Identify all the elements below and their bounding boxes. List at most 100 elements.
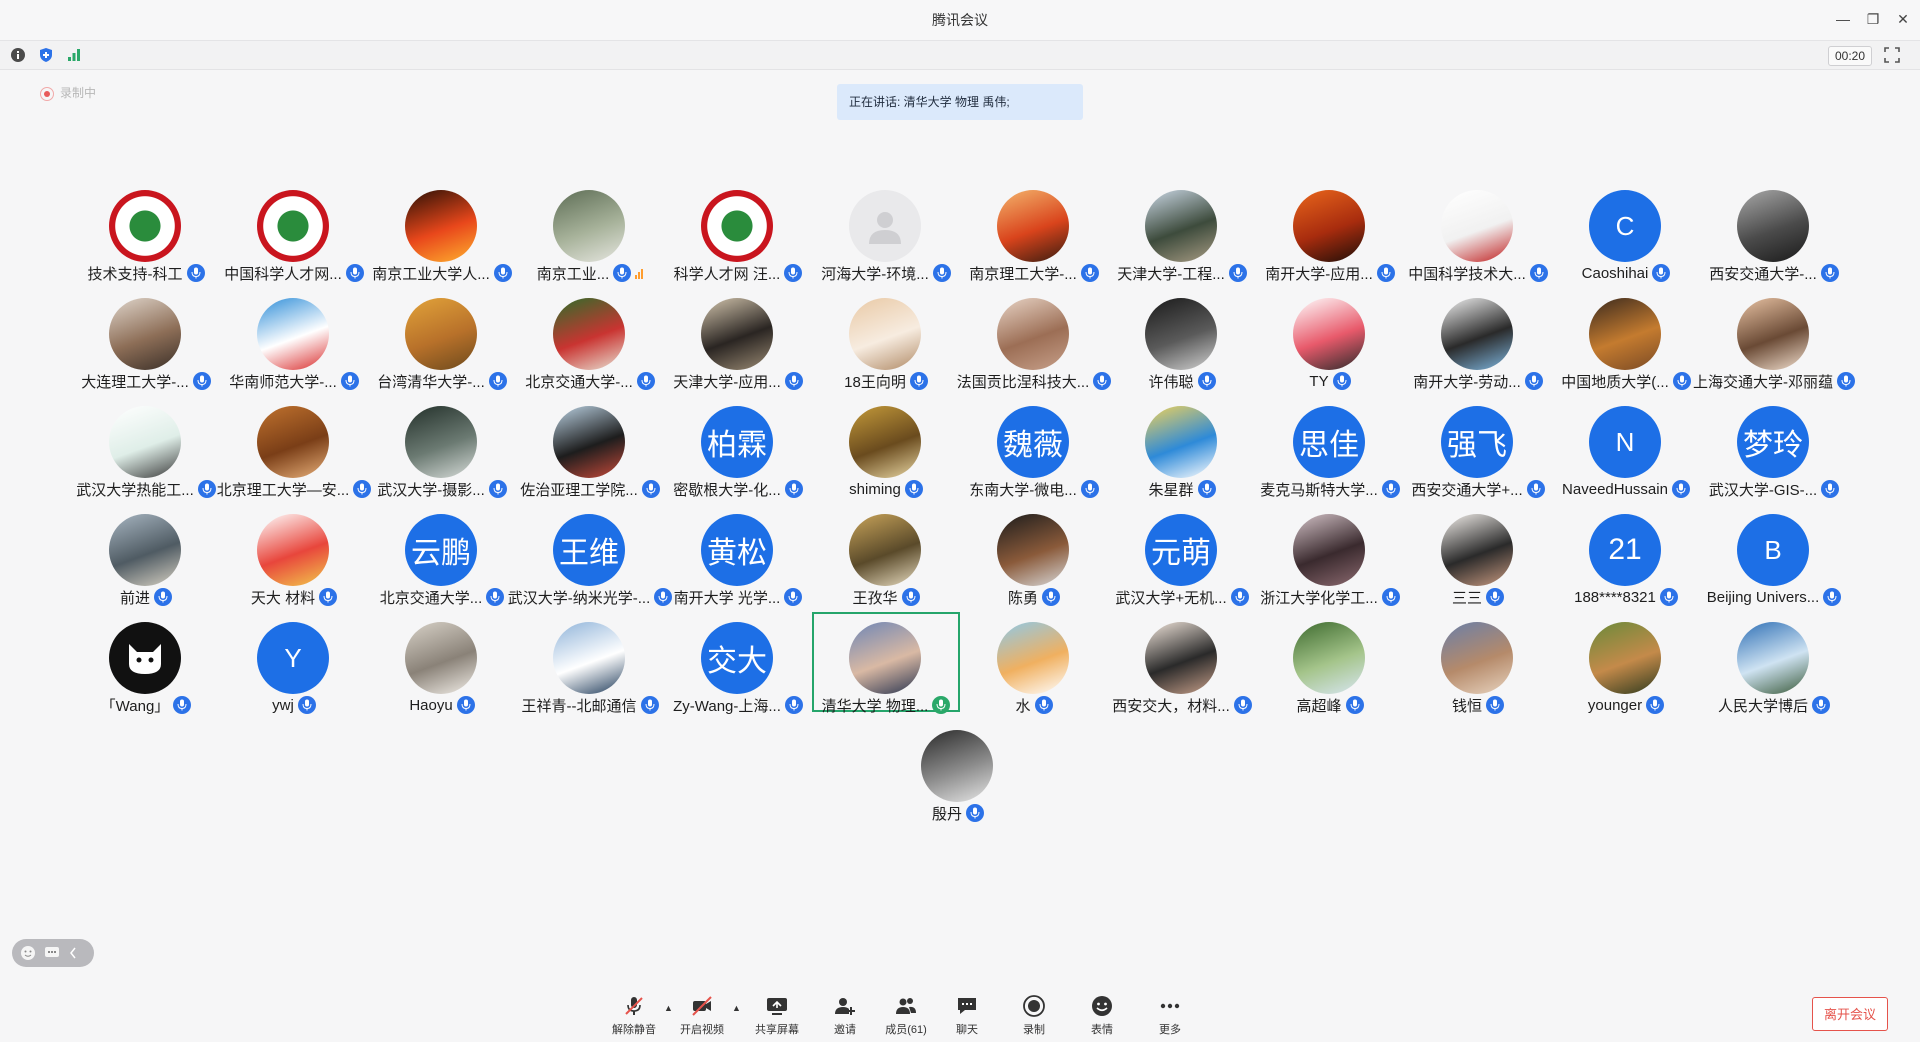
- mic-icon: [1197, 372, 1216, 390]
- participant-tile[interactable]: 南京工业大学人...: [368, 180, 516, 283]
- participant-tile[interactable]: 中国科学技术大...: [1404, 180, 1552, 283]
- mic-icon: [966, 804, 984, 822]
- participant-tile[interactable]: Yywj: [220, 612, 368, 714]
- participant-name: 天大 材料: [250, 589, 316, 607]
- participant-tile[interactable]: 云鹏 北京交通大学...: [368, 504, 516, 607]
- participant-tile[interactable]: 浙江大学化学工...: [1256, 504, 1404, 607]
- collapse-chevron-icon[interactable]: [68, 946, 78, 960]
- participant-tile[interactable]: younger: [1552, 612, 1700, 714]
- photo-icon: [1293, 190, 1365, 262]
- participant-tile[interactable]: 中国科学人才网...: [220, 180, 368, 283]
- avatar: 云鹏: [405, 514, 477, 586]
- avatar: 交大: [701, 622, 773, 694]
- participant-tile[interactable]: 西安交大，材料...: [1108, 612, 1256, 715]
- participant-tile[interactable]: 21 188****8321: [1552, 504, 1700, 606]
- invite-button[interactable]: 邀请: [815, 994, 875, 1037]
- participant-tile[interactable]: 南开大学-劳动...: [1404, 288, 1552, 391]
- members-label: 成员(61): [885, 1024, 927, 1036]
- participant-tile[interactable]: 黄松 南开大学 光学...: [664, 504, 812, 607]
- participant-tile[interactable]: 西安交通大学-...: [1700, 180, 1848, 283]
- participant-tile[interactable]: 武汉大学热能工...: [72, 396, 220, 499]
- participant-tile[interactable]: 王孜华: [812, 504, 960, 607]
- participant-tile[interactable]: 前进: [72, 504, 220, 607]
- participant-tile[interactable]: 南京工业...: [516, 180, 664, 283]
- chat-button[interactable]: 聊天: [937, 994, 997, 1037]
- unmute-label: 解除静音: [612, 1024, 656, 1036]
- participant-tile[interactable]: 王维 武汉大学-纳米光学-...: [508, 504, 673, 607]
- participant-tile[interactable]: N NaveedHussain: [1552, 396, 1700, 498]
- message-icon[interactable]: [44, 946, 60, 960]
- participant-tile[interactable]: 科学人才网 汪...: [664, 180, 812, 283]
- mic-icon: [1646, 696, 1665, 714]
- participant-name: 技术支持-科工: [87, 265, 183, 283]
- emoji-icon[interactable]: [20, 945, 36, 961]
- leave-meeting-button[interactable]: 离开会议: [1812, 997, 1888, 1031]
- participant-name: 南开大学 光学...: [673, 589, 781, 607]
- participant-tile[interactable]: Haoyu: [368, 612, 516, 714]
- participant-tile[interactable]: 天津大学-工程...: [1108, 180, 1256, 283]
- participant-tile[interactable]: 佐治亚理工学院...: [516, 396, 664, 499]
- reactions-button[interactable]: 表情: [1072, 994, 1132, 1037]
- participant-tile[interactable]: 柏霖 密歇根大学-化...: [664, 396, 812, 499]
- participant-tile[interactable]: 人民大学博后: [1700, 612, 1848, 715]
- more-button[interactable]: 更多: [1140, 994, 1200, 1037]
- participant-tile[interactable]: 魏薇 东南大学-微电...: [960, 396, 1108, 499]
- participant-tile[interactable]: 梦玲 武汉大学-GIS-...: [1700, 396, 1848, 499]
- participant-tile[interactable]: TY: [1256, 288, 1404, 390]
- participant-tile[interactable]: 王祥青--北邮通信: [516, 612, 664, 715]
- participant-tile[interactable]: 交大 Zy-Wang-上海...: [664, 612, 812, 715]
- participant-tile[interactable]: 华南师范大学-...: [220, 288, 368, 391]
- participant-tile[interactable]: 技术支持-科工: [72, 180, 220, 283]
- video-options-chevron-icon[interactable]: ▲: [732, 1003, 741, 1013]
- participant-tile[interactable]: 上海交通大学-邓丽蕴: [1693, 288, 1855, 391]
- participant-tile[interactable]: 许伟聪: [1108, 288, 1256, 391]
- participant-name: 水: [1015, 697, 1031, 715]
- participant-tile[interactable]: 钱恒: [1404, 612, 1552, 715]
- participant-tile[interactable]: 北京交通大学-...: [516, 288, 664, 391]
- participant-tile[interactable]: 元萌 武汉大学+无机...: [1108, 504, 1256, 607]
- participant-name: 中国科学人才网...: [224, 265, 342, 283]
- participant-tile[interactable]: 南京理工大学-...: [960, 180, 1108, 283]
- start-video-button[interactable]: 开启视频: [672, 994, 732, 1037]
- participant-tile[interactable]: 天津大学-应用...: [664, 288, 812, 391]
- photo-icon: [921, 730, 993, 802]
- chat-toggle[interactable]: [12, 939, 94, 967]
- participant-tile[interactable]: 陈勇: [960, 504, 1108, 607]
- participant-tile[interactable]: 强飞 西安交通大学+...: [1404, 396, 1552, 499]
- participant-name: 武汉大学-纳米光学-...: [507, 589, 651, 607]
- participant-tile[interactable]: 「Wang」: [72, 612, 220, 715]
- participant-tile[interactable]: 三三: [1404, 504, 1552, 607]
- participant-tile[interactable]: 18王向明: [812, 288, 960, 391]
- participant-tile[interactable]: C Caoshihai: [1552, 180, 1700, 282]
- participant-name: ywj: [272, 696, 294, 714]
- participant-tile[interactable]: 中国地质大学(...: [1552, 288, 1700, 391]
- participant-tile[interactable]: 北京理工大学—安...: [217, 396, 372, 499]
- participant-tile[interactable]: 法国贡比涅科技大...: [957, 288, 1112, 391]
- participant-tile[interactable]: 朱星群: [1108, 396, 1256, 499]
- participant-tile[interactable]: 台湾清华大学-...: [368, 288, 516, 391]
- members-button[interactable]: 成员(61): [876, 994, 936, 1037]
- share-screen-button[interactable]: 共享屏幕: [747, 994, 807, 1037]
- participant-tile[interactable]: B Beijing Univers...: [1700, 504, 1848, 606]
- participant-name: 天津大学-工程...: [1117, 265, 1225, 283]
- participant-name: 南京工业...: [536, 265, 610, 283]
- participant-tile[interactable]: 高超峰: [1256, 612, 1404, 715]
- participant-name: 台湾清华大学-...: [377, 373, 485, 391]
- participant-tile[interactable]: 河海大学-环境...: [812, 180, 960, 283]
- unmute-button[interactable]: 解除静音: [604, 994, 664, 1037]
- record-button[interactable]: 录制: [1004, 994, 1064, 1037]
- participant-name: 河海大学-环境...: [821, 265, 929, 283]
- participant-tile[interactable]: 大连理工大学-...: [72, 288, 220, 391]
- photo-icon: [1441, 190, 1513, 262]
- photo-icon: [1441, 622, 1513, 694]
- participant-tile[interactable]: 武汉大学-摄影...: [368, 396, 516, 499]
- participant-tile[interactable]: 天大 材料: [220, 504, 368, 607]
- participant-tile[interactable]: shiming: [812, 396, 960, 498]
- participant-name: 中国地质大学(...: [1561, 373, 1669, 391]
- participant-tile[interactable]: 清华大学 物理...: [812, 612, 960, 715]
- participant-tile[interactable]: 殷丹: [884, 720, 1032, 823]
- participant-tile[interactable]: 水: [960, 612, 1108, 715]
- participant-tile[interactable]: 南开大学-应用...: [1256, 180, 1404, 283]
- default-user-icon: [849, 190, 921, 262]
- participant-tile[interactable]: 思佳 麦克马斯特大学...: [1256, 396, 1404, 499]
